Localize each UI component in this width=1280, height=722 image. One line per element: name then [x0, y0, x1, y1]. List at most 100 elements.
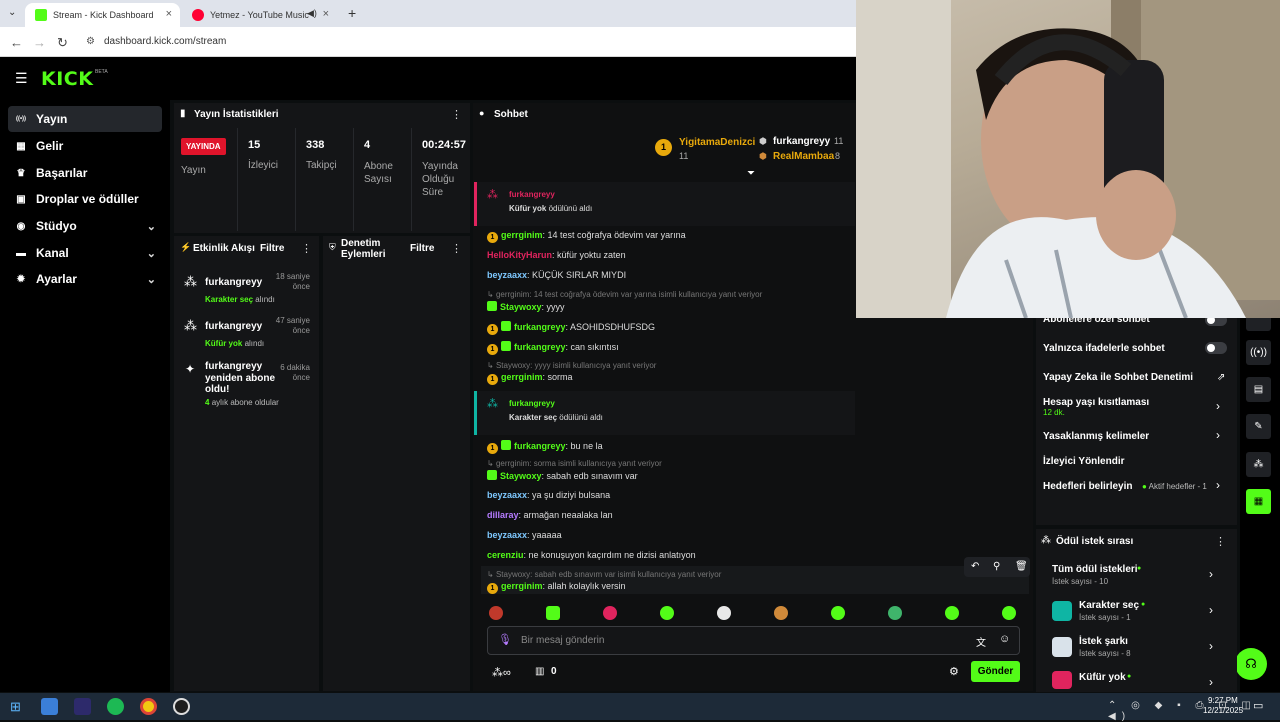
broadcast-rail-icon[interactable]: ((•))	[1246, 340, 1271, 365]
chevron-down-icon[interactable]: ⌄	[147, 220, 156, 233]
sidebar-item-droplar[interactable]: ▣ Droplar ve ödüller	[8, 186, 162, 212]
chat-username[interactable]: gerrginim	[501, 230, 543, 240]
setting-goals[interactable]: Hedefleri belirleyin	[1043, 481, 1132, 492]
chevron-right-icon[interactable]: ›	[1216, 478, 1220, 492]
chat-username[interactable]: Staywoxy	[500, 302, 542, 312]
reward-istek-sarki[interactable]: İstek şarkı	[1079, 636, 1128, 647]
sidebar-item-yayin[interactable]: ((•)) Yayın	[8, 106, 162, 132]
chat-username[interactable]: furkangreyy	[514, 441, 566, 451]
activity-user[interactable]: furkangreyy	[205, 277, 262, 288]
emote-icon[interactable]	[489, 606, 503, 620]
reward-event-user[interactable]: furkangreyy	[509, 399, 555, 408]
forward-icon[interactable]: →	[33, 35, 46, 50]
emote-icon[interactable]	[774, 606, 788, 620]
reward-all-requests[interactable]: Tüm ödül istekleri	[1052, 564, 1138, 575]
reload-icon[interactable]: ↻	[57, 35, 68, 51]
close-tab-icon[interactable]: ×	[323, 8, 329, 20]
close-tab-icon[interactable]: ×	[166, 8, 172, 20]
chevron-right-icon[interactable]: ›	[1209, 603, 1213, 617]
translate-icon[interactable]: 文	[976, 634, 986, 649]
emote-icon[interactable]	[660, 606, 674, 620]
setting-ai-moderation[interactable]: Yapay Zeka ile Sohbet Denetimi	[1043, 372, 1193, 383]
chat-username[interactable]: HelloKityHarun	[487, 250, 552, 260]
emote-icon[interactable]	[546, 606, 560, 620]
external-link-icon[interactable]: ⇗	[1217, 372, 1225, 383]
menu-icon[interactable]: ☰	[15, 70, 28, 87]
site-info-icon[interactable]: ⚙	[86, 36, 95, 47]
chat-settings-icon[interactable]: ⚙	[949, 665, 959, 678]
activity-user[interactable]: furkangreyy yeniden abone oldu!	[205, 361, 275, 396]
moderation-filter-button[interactable]: Filtre	[410, 243, 434, 254]
chevron-down-icon[interactable]: ⌄	[147, 247, 156, 260]
layout-rail-icon[interactable]: ▤	[1246, 377, 1271, 402]
emote-icon[interactable]	[831, 606, 845, 620]
collapse-icon[interactable]: ⏷	[747, 168, 755, 179]
more-options-icon[interactable]: ⋮	[451, 242, 462, 255]
more-options-icon[interactable]: ⋮	[301, 242, 312, 255]
chat-username[interactable]: furkangreyy	[514, 342, 566, 352]
app-icon[interactable]	[74, 698, 91, 715]
setting-account-age[interactable]: Hesap yaşı kısıtlaması	[1043, 397, 1149, 408]
speaker-icon[interactable]: ◀)	[307, 8, 317, 19]
leaderboard-name-1[interactable]: YigitamaDenizci	[679, 137, 755, 148]
tab-kick-dashboard[interactable]: Stream - Kick Dashboard ×	[25, 3, 180, 27]
activity-user[interactable]: furkangreyy	[205, 321, 262, 332]
rewards-rail-icon[interactable]: ⁂	[1246, 452, 1271, 477]
sidebar-item-studyo[interactable]: ◉ Stüdyo ⌄	[8, 213, 162, 239]
emote-icon[interactable]	[945, 606, 959, 620]
emote-icon[interactable]	[1002, 606, 1016, 620]
tools-rail-icon[interactable]: ✎	[1246, 414, 1271, 439]
kick-logo[interactable]: KICK	[41, 68, 93, 90]
clapper-rail-icon[interactable]: ▦	[1246, 489, 1271, 514]
leaderboard-name-3[interactable]: RealMambaa	[773, 151, 834, 162]
leaderboard-name-2[interactable]: furkangreyy	[773, 136, 830, 147]
chat-username[interactable]: beyzaaxx	[487, 490, 527, 500]
chevron-right-icon[interactable]: ›	[1209, 675, 1213, 689]
sidebar-item-gelir[interactable]: ▦ Gelir	[8, 133, 162, 159]
url-field[interactable]: dashboard.kick.com/stream	[104, 36, 226, 47]
more-options-icon[interactable]: ⋮	[1215, 535, 1226, 548]
spotify-icon[interactable]	[107, 698, 124, 715]
chevron-right-icon[interactable]: ›	[1209, 567, 1213, 581]
sidebar-item-kanal[interactable]: ▬ Kanal ⌄	[8, 240, 162, 266]
store-icon[interactable]: ▥	[535, 666, 544, 677]
sidebar-item-ayarlar[interactable]: ✹ Ayarlar ⌄	[8, 266, 162, 292]
emote-icon[interactable]	[603, 606, 617, 620]
activity-filter-button[interactable]: Filtre	[260, 243, 284, 254]
support-button[interactable]: ☊	[1235, 648, 1267, 680]
emoji-icon[interactable]: ☺	[999, 633, 1010, 645]
chevron-right-icon[interactable]: ›	[1216, 428, 1220, 442]
reply-icon[interactable]: ↶	[971, 561, 979, 572]
pin-icon[interactable]: ⚲	[993, 561, 1000, 572]
setting-banned-words[interactable]: Yasaklanmış kelimeler	[1043, 431, 1149, 442]
tab-youtube-music[interactable]: Yetmez - YouTube Music ◀) ×	[182, 3, 337, 27]
emote-only-toggle[interactable]	[1205, 342, 1227, 354]
back-icon[interactable]: ←	[10, 35, 23, 50]
app-icon[interactable]	[41, 698, 58, 715]
chat-username[interactable]: furkangreyy	[514, 322, 566, 332]
chat-username[interactable]: dillaray	[487, 510, 519, 520]
emote-icon[interactable]	[888, 606, 902, 620]
start-icon[interactable]: ⊞	[10, 699, 21, 715]
reward-kufur-yok[interactable]: Küfür yok	[1079, 672, 1126, 683]
reward-karakter-sec[interactable]: Karakter seç	[1079, 600, 1139, 611]
chat-username[interactable]: gerrginim	[501, 581, 543, 591]
send-button[interactable]: Gönder	[971, 661, 1020, 682]
emote-icon[interactable]	[717, 606, 731, 620]
notification-icon[interactable]: ▭	[1253, 699, 1263, 712]
more-options-icon[interactable]: ⋮	[451, 108, 462, 121]
sidebar-item-basarilar[interactable]: ♛ Başarılar	[8, 160, 162, 186]
chevron-right-icon[interactable]: ›	[1209, 639, 1213, 653]
reward-event-user[interactable]: furkangreyy	[509, 190, 555, 199]
chat-username[interactable]: gerrginim	[501, 372, 543, 382]
setting-viewer-redirect[interactable]: İzleyici Yönlendir	[1043, 456, 1125, 467]
chevron-right-icon[interactable]: ›	[1216, 399, 1220, 413]
obs-icon[interactable]	[173, 698, 190, 715]
chevron-down-icon[interactable]: ⌄	[147, 273, 156, 286]
chat-username[interactable]: beyzaaxx	[487, 270, 527, 280]
chat-username[interactable]: cerenziu	[487, 550, 524, 560]
delete-icon[interactable]: 🗑	[1015, 561, 1028, 572]
tab-list-dropdown-icon[interactable]: ⌄	[8, 7, 16, 18]
new-tab-button[interactable]: +	[348, 5, 356, 21]
chrome-icon[interactable]	[140, 698, 157, 715]
